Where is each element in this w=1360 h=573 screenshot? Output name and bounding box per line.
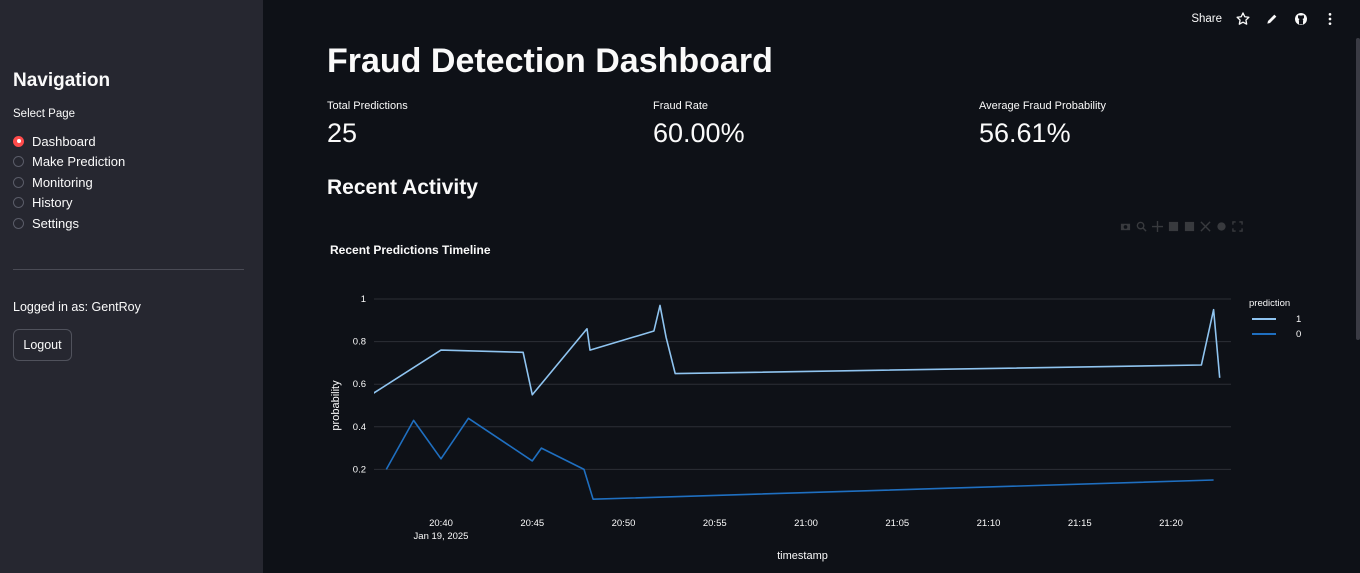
share-button[interactable]: Share: [1191, 13, 1222, 25]
pencil-icon[interactable]: [1264, 11, 1280, 27]
page-title: Fraud Detection Dashboard: [327, 42, 773, 80]
legend-title: prediction: [1249, 298, 1290, 309]
radio-button[interactable]: [13, 197, 24, 209]
legend-label-1: 1: [1296, 314, 1301, 325]
metric-fraud-rate: Fraud Rate 60.00%: [653, 100, 745, 149]
timeline-chart: Recent Predictions Timeline 0.2 0.4 0.6 0.8 1…: [290, 215, 1330, 570]
legend-label-0: 0: [1296, 329, 1301, 340]
radio-label: Monitoring: [32, 174, 93, 190]
page-radio-group: Dashboard Make Prediction Monitoring His…: [13, 131, 125, 234]
github-icon[interactable]: [1293, 11, 1309, 27]
y-tick-label: 0.4: [353, 422, 366, 433]
x-tick-label: 21:05: [885, 518, 909, 529]
section-title: Recent Activity: [327, 176, 478, 199]
select-page-label: Select Page: [13, 108, 76, 120]
x-tick-label: 21:00: [794, 518, 818, 529]
metric-average-fraud-probability: Average Fraud Probability 56.61%: [979, 100, 1106, 149]
metric-label: Total Predictions: [327, 100, 408, 112]
radio-dashboard[interactable]: Dashboard: [13, 131, 125, 152]
y-tick-label: 1: [361, 294, 366, 305]
radio-monitoring[interactable]: Monitoring: [13, 172, 125, 193]
radio-make-prediction[interactable]: Make Prediction: [13, 152, 125, 173]
radio-button[interactable]: [13, 176, 24, 188]
x-tick-label: 21:10: [977, 518, 1001, 529]
x-tick-label: 20:50: [612, 518, 636, 529]
metric-value: 60.00%: [653, 118, 745, 148]
metric-value: 25: [327, 118, 358, 148]
top-toolbar: Share: [1191, 10, 1338, 28]
logout-button[interactable]: Logout: [13, 329, 72, 361]
radio-button[interactable]: [13, 156, 24, 168]
x-tick-label: 20:55: [703, 518, 727, 529]
radio-label: Dashboard: [32, 133, 96, 149]
radio-button[interactable]: [13, 217, 24, 229]
star-icon[interactable]: [1235, 11, 1251, 27]
radio-history[interactable]: History: [13, 193, 125, 214]
radio-settings[interactable]: Settings: [13, 213, 125, 234]
sidebar: Navigation Select Page Dashboard Make Pr…: [0, 0, 263, 573]
metric-value: 56.61%: [979, 118, 1071, 148]
x-tick-label: 21:15: [1068, 518, 1092, 529]
metric-total-predictions: Total Predictions 25: [327, 100, 408, 149]
y-axis-label: probability: [330, 380, 342, 431]
x-tick-sublabel: Jan 19, 2025: [414, 531, 469, 542]
radio-label: History: [32, 195, 73, 211]
radio-label: Settings: [32, 215, 79, 231]
series-line-1: [374, 304, 1221, 396]
radio-label: Make Prediction: [32, 154, 126, 170]
x-tick-label: 20:40: [429, 518, 453, 529]
page-scrollbar[interactable]: [1356, 38, 1360, 340]
y-tick-label: 0.2: [353, 464, 366, 475]
metric-label: Average Fraud Probability: [979, 100, 1106, 112]
radio-button-selected[interactable]: [13, 135, 24, 147]
x-tick-label: 21:20: [1159, 518, 1183, 529]
series-line-0: [385, 417, 1214, 501]
more-vertical-icon[interactable]: [1322, 11, 1338, 27]
x-tick-label: 20:45: [520, 518, 544, 529]
metric-label: Fraud Rate: [653, 100, 709, 112]
x-axis-label: timestamp: [777, 550, 828, 562]
timeline-chart-svg: Recent Predictions Timeline 0.2 0.4 0.6 0.8 1…: [330, 243, 1301, 562]
chart-title: Recent Predictions Timeline: [330, 243, 491, 257]
logged-in-text: Logged in as: GentRoy: [13, 300, 141, 314]
y-tick-label: 0.8: [353, 337, 366, 348]
sidebar-title: Navigation: [13, 70, 111, 91]
sidebar-divider: [13, 269, 244, 270]
y-tick-label: 0.6: [353, 379, 366, 390]
